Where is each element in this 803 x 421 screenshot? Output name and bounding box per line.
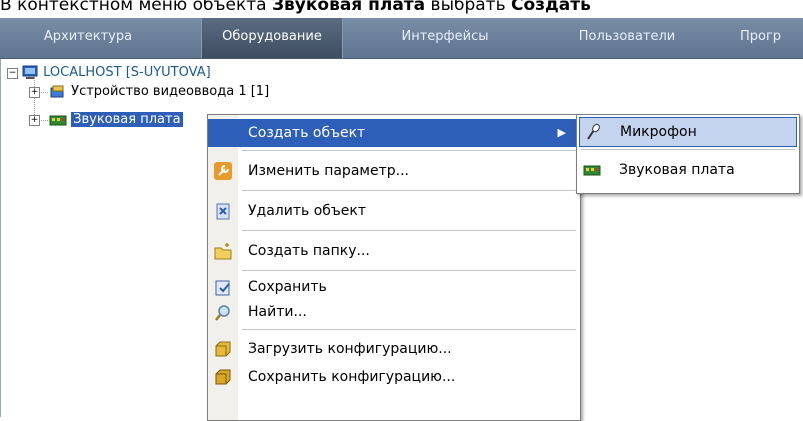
submenu-item-label: Микрофон (620, 124, 697, 140)
menu-item-label: Сохранить конфигурацию... (248, 369, 456, 385)
context-menu: Создать объект ▶ Изменить параметр... Уд… (207, 114, 581, 421)
expand-sound-card-toggle[interactable]: + (29, 115, 40, 126)
wrench-icon (214, 162, 232, 180)
load-config-icon (215, 341, 231, 357)
submenu-item-microphone[interactable]: Микрофон (579, 117, 797, 147)
menu-item-label: Удалить объект (248, 203, 367, 219)
menu-separator (242, 270, 576, 271)
tree-node-video-device[interactable]: Устройство видеоввода 1 [1] (49, 82, 269, 102)
sound-card-icon (583, 165, 601, 176)
tab-hardware[interactable]: Оборудование (201, 18, 343, 58)
delete-icon (216, 203, 230, 220)
instruction-caption: В контекстном меню объекта Звуковая плат… (0, 0, 803, 18)
create-object-submenu: Микрофон Звуковая плата (576, 114, 800, 194)
menu-item-load-config[interactable]: Загрузить конфигурацию... (208, 335, 580, 363)
menu-separator (242, 230, 576, 231)
menu-item-edit-parameter[interactable]: Изменить параметр... (208, 155, 580, 187)
tree-node-sound-card[interactable]: Звуковая плата (49, 110, 183, 130)
tab-programs[interactable]: Прогр (740, 18, 803, 58)
caption-bold-object: Звуковая плата (271, 0, 426, 15)
computer-icon (22, 65, 38, 79)
tab-users[interactable]: Пользователи (557, 18, 697, 58)
submenu-item-sound-card[interactable]: Звуковая плата (577, 155, 799, 185)
caption-prefix: В контекстном меню объекта (0, 0, 272, 15)
menu-separator (242, 329, 576, 330)
menu-item-label: Сохранить (248, 279, 327, 295)
menu-item-create-object[interactable]: Создать объект ▶ (208, 119, 580, 147)
tree-root-node[interactable]: LOCALHOST [S-UYUTOVA] (21, 63, 211, 83)
submenu-arrow-icon: ▶ (557, 126, 566, 139)
microphone-icon (587, 123, 600, 140)
menu-item-label: Загрузить конфигурацию... (248, 341, 452, 357)
menu-item-label: Создать объект (248, 125, 366, 141)
sound-card-icon (49, 115, 67, 125)
save-icon (215, 280, 230, 296)
root-collapse-toggle[interactable]: − (7, 68, 18, 79)
menu-separator (242, 190, 576, 191)
settings-tab-bar: Архитектура Оборудование Интерфейсы Поль… (0, 18, 803, 59)
caption-bold-action: Создать (511, 0, 591, 15)
tab-architecture[interactable]: Архитектура (28, 18, 148, 58)
tree-root-label: LOCALHOST [S-UYUTOVA] (43, 65, 211, 80)
menu-item-save[interactable]: Сохранить (208, 275, 580, 300)
menu-item-create-folder[interactable]: Создать папку... (208, 235, 580, 267)
tree-node-label-selected: Звуковая плата (71, 112, 183, 127)
menu-separator (242, 150, 576, 151)
object-tree: − LOCALHOST [S-UYUTOVA] + Устройство вид… (0, 59, 803, 421)
menu-separator (581, 149, 795, 150)
menu-item-label: Найти... (248, 304, 307, 320)
expand-video-device-toggle[interactable]: + (29, 87, 40, 98)
video-capture-icon (50, 85, 64, 97)
menu-item-find[interactable]: Найти... (208, 300, 580, 325)
tree-node-label: Устройство видеоввода 1 [1] (71, 84, 270, 99)
tab-interfaces[interactable]: Интерфейсы (380, 18, 510, 58)
search-icon (215, 305, 230, 321)
submenu-item-label: Звуковая плата (619, 162, 735, 178)
menu-item-delete-object[interactable]: Удалить объект (208, 195, 580, 227)
caption-middle: выбрать (425, 0, 512, 15)
save-config-icon (215, 369, 231, 385)
menu-item-label: Создать папку... (248, 243, 370, 259)
menu-item-label: Изменить параметр... (248, 163, 409, 179)
new-folder-icon (214, 243, 232, 260)
menu-item-save-config[interactable]: Сохранить конфигурацию... (208, 363, 580, 391)
